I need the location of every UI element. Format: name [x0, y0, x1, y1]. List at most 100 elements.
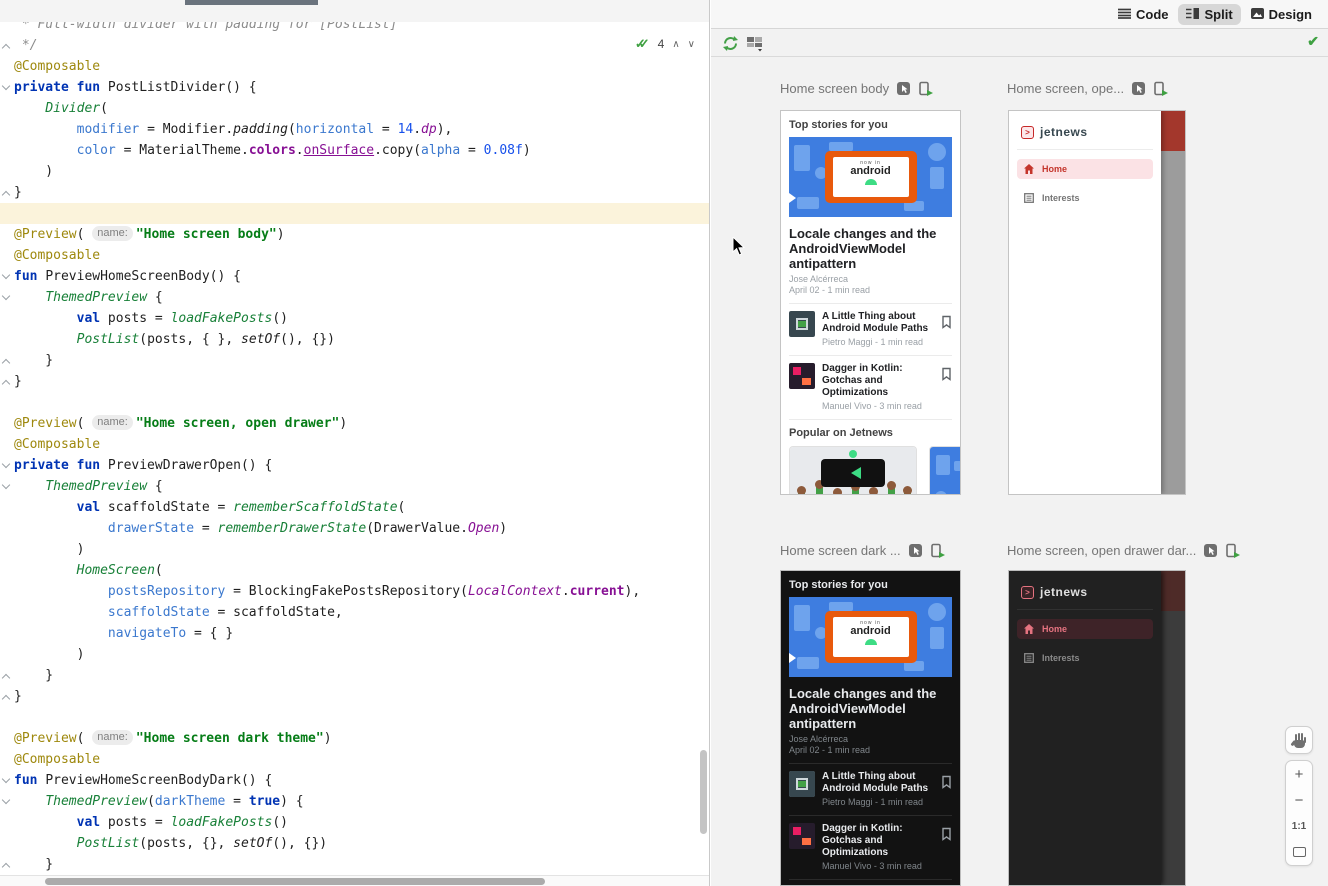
code-line[interactable] [0, 707, 709, 728]
post-list-item[interactable]: A Little Thing about Android Module Path… [789, 311, 952, 348]
preview-home-screen-body[interactable]: Top stories for you now in android [780, 110, 961, 495]
code-line[interactable]: @Composable [0, 434, 709, 455]
code-line[interactable]: @Composable [0, 245, 709, 266]
code-line[interactable]: @Composable [0, 749, 709, 770]
code-line[interactable]: ) [0, 161, 709, 182]
bookmark-icon[interactable] [941, 775, 952, 789]
drawer-item-interests[interactable]: Interests [1017, 188, 1153, 208]
code-line[interactable]: } [0, 371, 709, 392]
code-line[interactable]: private fun PostListDivider() { [0, 77, 709, 98]
code-line[interactable]: fun PreviewHomeScreenBodyDark() { [0, 770, 709, 791]
zoom-actual-size-button[interactable]: 1:1 [1285, 813, 1313, 839]
code-line[interactable] [0, 203, 709, 224]
editor-vertical-scrollbar[interactable] [700, 750, 707, 834]
preview-label-home-screen-dark: Home screen dark ... [780, 543, 945, 558]
interactive-preview-icon[interactable] [896, 81, 911, 96]
editor-horizontal-scrollbar[interactable] [45, 878, 545, 885]
code-line[interactable]: navigateTo = { } [0, 623, 709, 644]
mode-design-button[interactable]: Design [1243, 4, 1320, 25]
run-preview-on-device-icon[interactable] [930, 543, 945, 558]
next-problem-chevron-icon[interactable]: ∨ [688, 39, 695, 50]
interactive-preview-icon[interactable] [908, 543, 923, 558]
bookmark-icon[interactable] [941, 367, 952, 381]
code-line[interactable]: color = MaterialTheme.colors.onSurface.c… [0, 140, 709, 161]
code-line[interactable]: @Composable [0, 56, 709, 77]
code-line[interactable]: ThemedPreview { [0, 476, 709, 497]
code-line[interactable]: } [0, 854, 709, 875]
build-refresh-button[interactable] [722, 35, 739, 52]
drawer-item-interests[interactable]: Interests [1017, 648, 1153, 668]
interactive-preview-icon[interactable] [1203, 543, 1218, 558]
mode-split-button[interactable]: Split [1178, 4, 1240, 25]
code-line[interactable]: PostList(posts, {}, setOf(), {}) [0, 833, 709, 854]
code-editor[interactable]: * Full-width divider with padding for [P… [0, 22, 709, 875]
fold-marker-icon[interactable] [2, 863, 10, 871]
popular-card[interactable]: LocaAndr Jose Al April 0 [929, 446, 961, 495]
code-line[interactable]: fun PreviewHomeScreenBody() { [0, 266, 709, 287]
popular-card[interactable]: From JavaProgramming Langua... Florina M… [789, 446, 917, 495]
preview-layout-button[interactable] [747, 36, 767, 52]
fold-marker-icon[interactable] [2, 481, 10, 489]
interactive-preview-icon[interactable] [1131, 81, 1146, 96]
preview-home-screen-dark[interactable]: Top stories for you now in android [780, 570, 961, 886]
fold-marker-icon[interactable] [2, 191, 10, 199]
zoom-to-fit-button[interactable] [1285, 839, 1313, 865]
run-preview-on-device-icon[interactable] [1225, 543, 1240, 558]
code-line[interactable]: } [0, 686, 709, 707]
fold-marker-icon[interactable] [2, 359, 10, 367]
fold-marker-icon[interactable] [2, 44, 10, 52]
code-line[interactable]: */ [0, 35, 709, 56]
code-line[interactable]: val scaffoldState = rememberScaffoldStat… [0, 497, 709, 518]
zoom-out-button[interactable]: − [1285, 787, 1313, 813]
fold-marker-icon[interactable] [2, 380, 10, 388]
code-line[interactable]: } [0, 665, 709, 686]
fold-marker-icon[interactable] [2, 695, 10, 703]
fold-marker-icon[interactable] [2, 460, 10, 468]
fold-marker-icon[interactable] [2, 292, 10, 300]
post-list-item[interactable]: Dagger in Kotlin: Gotchas and Optimizati… [789, 823, 952, 872]
code-line[interactable]: modifier = Modifier.padding(horizontal =… [0, 119, 709, 140]
drawer-item-home[interactable]: Home [1017, 159, 1153, 179]
pan-hand-button[interactable] [1285, 727, 1313, 753]
code-line[interactable]: val posts = loadFakePosts() [0, 812, 709, 833]
fold-marker-icon[interactable] [2, 82, 10, 90]
fold-marker-icon[interactable] [2, 674, 10, 682]
code-line[interactable]: private fun PreviewDrawerOpen() { [0, 455, 709, 476]
code-line[interactable]: @Preview( name:"Home screen dark theme") [0, 728, 709, 749]
run-preview-on-device-icon[interactable] [918, 81, 933, 96]
code-line[interactable]: } [0, 182, 709, 203]
fold-marker-icon[interactable] [2, 775, 10, 783]
code-line[interactable]: ) [0, 644, 709, 665]
code-line[interactable]: val posts = loadFakePosts() [0, 308, 709, 329]
code-line[interactable]: ThemedPreview { [0, 287, 709, 308]
preview-home-screen-open-drawer-dark[interactable]: > jetnews Home Interests [1008, 570, 1186, 886]
inspections-widget[interactable]: ✓✓ 4 ∧ ∨ [635, 36, 695, 52]
code-line[interactable]: * Full-width divider with padding for [P… [0, 22, 709, 35]
code-line[interactable]: @Preview( name:"Home screen body") [0, 224, 709, 245]
code-line[interactable]: scaffoldState = scaffoldState, [0, 602, 709, 623]
run-preview-on-device-icon[interactable] [1153, 81, 1168, 96]
fold-marker-icon[interactable] [2, 271, 10, 279]
code-line[interactable]: PostList(posts, { }, setOf(), {}) [0, 329, 709, 350]
code-line[interactable]: } [0, 350, 709, 371]
preview-canvas[interactable]: Home screen body Home screen, ope... Hom… [711, 57, 1328, 886]
code-line[interactable]: ThemedPreview(darkTheme = true) { [0, 791, 709, 812]
editor-horizontal-scrollbar-track[interactable] [0, 875, 709, 886]
code-line[interactable]: HomeScreen( [0, 560, 709, 581]
prev-problem-chevron-icon[interactable]: ∧ [672, 39, 679, 50]
code-line[interactable]: ) [0, 539, 709, 560]
drawer-item-home[interactable]: Home [1017, 619, 1153, 639]
code-line[interactable] [0, 392, 709, 413]
post-list-item[interactable]: A Little Thing about Android Module Path… [789, 771, 952, 808]
zoom-in-button[interactable]: + [1285, 761, 1313, 787]
post-list-item[interactable]: Dagger in Kotlin: Gotchas and Optimizati… [789, 363, 952, 412]
code-line[interactable]: postsRepository = BlockingFakePostsRepos… [0, 581, 709, 602]
code-line[interactable]: @Preview( name:"Home screen, open drawer… [0, 413, 709, 434]
bookmark-icon[interactable] [941, 827, 952, 841]
code-line[interactable]: drawerState = rememberDrawerState(Drawer… [0, 518, 709, 539]
mode-code-button[interactable]: Code [1110, 4, 1177, 25]
fold-marker-icon[interactable] [2, 796, 10, 804]
bookmark-icon[interactable] [941, 315, 952, 329]
preview-home-screen-open-drawer[interactable]: > jetnews Home Interests [1008, 110, 1186, 495]
code-line[interactable]: Divider( [0, 98, 709, 119]
